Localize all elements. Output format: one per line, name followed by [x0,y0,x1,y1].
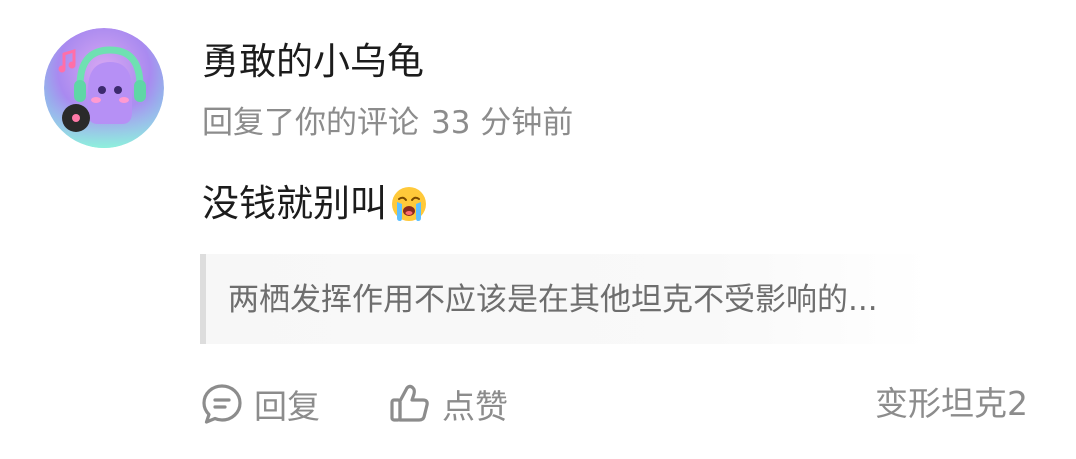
reply-button[interactable]: 回复 [200,380,320,428]
purple-creature-avatar-icon [44,28,164,148]
reply-action-text: 回复了你的评论 [202,105,419,141]
reply-label: 回复 [254,387,320,426]
loudly-crying-face-emoji-icon [392,187,426,221]
topic-link[interactable]: 变形坦克2 [875,380,1028,428]
comment-text: 没钱就别叫 [202,182,387,225]
comment-text-row: 没钱就别叫 [202,176,429,232]
avatar[interactable] [44,28,164,148]
comment-bubble-icon [202,384,242,424]
like-label: 点赞 [442,387,508,426]
timestamp: 33 分钟前 [431,105,574,141]
reply-meta: 回复了你的评论 33 分钟前 [202,100,573,146]
quoted-comment-text: 两栖发挥作用不应该是在其他坦克不受影响的... [228,282,878,318]
thumbs-up-icon [390,384,429,422]
username[interactable]: 勇敢的小乌龟 [202,36,424,88]
like-button[interactable]: 点赞 [388,380,508,428]
quoted-original-comment[interactable]: 两栖发挥作用不应该是在其他坦克不受影响的... [200,254,930,344]
